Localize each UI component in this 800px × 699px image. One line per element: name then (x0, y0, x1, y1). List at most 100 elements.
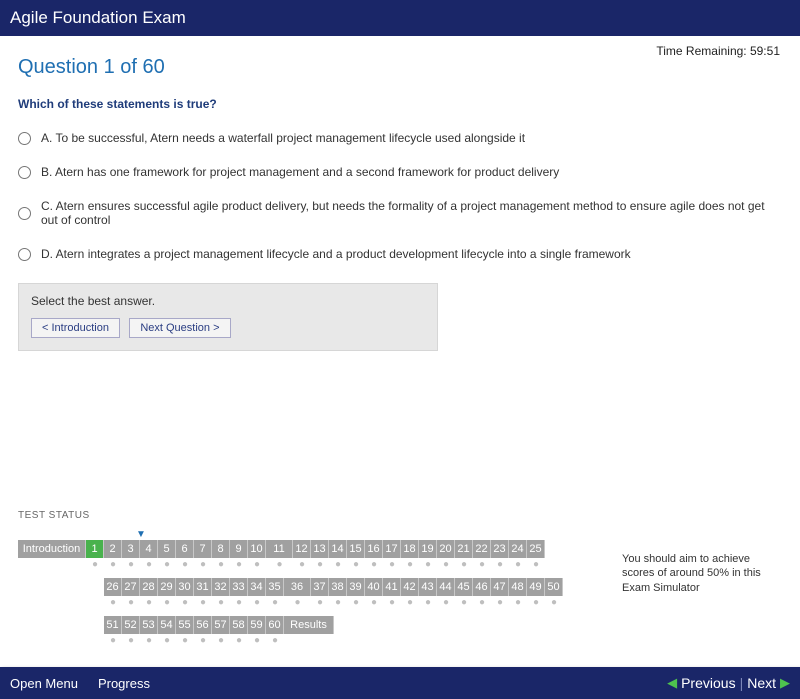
question-cell-23[interactable]: 23 (491, 540, 509, 558)
question-cell-22[interactable]: 22 (473, 540, 491, 558)
answer-option-d[interactable]: D. Atern integrates a project management… (18, 247, 782, 261)
status-dot: ● (140, 560, 158, 570)
question-cell-59[interactable]: 59 (248, 616, 266, 634)
question-cell-38[interactable]: 38 (329, 578, 347, 596)
status-dot: ● (104, 560, 122, 570)
question-cell-42[interactable]: 42 (401, 578, 419, 596)
answer-radio-c[interactable] (18, 207, 31, 220)
question-cell-24[interactable]: 24 (509, 540, 527, 558)
question-cell-14[interactable]: 14 (329, 540, 347, 558)
question-cell-56[interactable]: 56 (194, 616, 212, 634)
results-cell[interactable]: Results (284, 616, 334, 634)
question-cell-15[interactable]: 15 (347, 540, 365, 558)
intro-cell[interactable]: Introduction (18, 540, 86, 558)
test-status-section: TEST STATUS ▼ Introduction12345678910111… (18, 510, 782, 654)
question-cell-48[interactable]: 48 (509, 578, 527, 596)
question-cell-1[interactable]: 1 (86, 540, 104, 558)
answer-option-a[interactable]: A. To be successful, Atern needs a water… (18, 131, 782, 145)
status-dot: ● (509, 598, 527, 608)
question-cell-5[interactable]: 5 (158, 540, 176, 558)
question-cell-30[interactable]: 30 (176, 578, 194, 596)
question-cell-52[interactable]: 52 (122, 616, 140, 634)
question-cell-51[interactable]: 51 (104, 616, 122, 634)
question-cell-18[interactable]: 18 (401, 540, 419, 558)
question-cell-3[interactable]: 3 (122, 540, 140, 558)
question-cell-40[interactable]: 40 (365, 578, 383, 596)
next-question-button[interactable]: Next Question > (129, 318, 230, 338)
question-cell-34[interactable]: 34 (248, 578, 266, 596)
open-menu-button[interactable]: Open Menu (10, 676, 78, 691)
question-cell-12[interactable]: 12 (293, 540, 311, 558)
question-cell-39[interactable]: 39 (347, 578, 365, 596)
question-cell-10[interactable]: 10 (248, 540, 266, 558)
question-cell-9[interactable]: 9 (230, 540, 248, 558)
status-dot: ● (383, 560, 401, 570)
status-dot: ● (266, 560, 293, 570)
question-cell-41[interactable]: 41 (383, 578, 401, 596)
question-cell-6[interactable]: 6 (176, 540, 194, 558)
question-cell-45[interactable]: 45 (455, 578, 473, 596)
status-dot: ● (230, 636, 248, 646)
next-arrow-icon: ▶ (780, 675, 790, 691)
progress-button[interactable]: Progress (98, 676, 150, 691)
question-cell-13[interactable]: 13 (311, 540, 329, 558)
answer-option-b[interactable]: B. Atern has one framework for project m… (18, 165, 782, 179)
question-cell-16[interactable]: 16 (365, 540, 383, 558)
question-cell-28[interactable]: 28 (140, 578, 158, 596)
question-cell-35[interactable]: 35 (266, 578, 284, 596)
question-cell-43[interactable]: 43 (419, 578, 437, 596)
answer-radio-d[interactable] (18, 248, 31, 261)
question-cell-21[interactable]: 21 (455, 540, 473, 558)
question-cell-29[interactable]: 29 (158, 578, 176, 596)
question-cell-55[interactable]: 55 (176, 616, 194, 634)
status-dot: ● (158, 636, 176, 646)
question-cell-20[interactable]: 20 (437, 540, 455, 558)
status-dot: ● (104, 598, 122, 608)
question-cell-46[interactable]: 46 (473, 578, 491, 596)
status-dot: ● (284, 598, 311, 608)
status-dot: ● (266, 636, 284, 646)
question-cell-37[interactable]: 37 (311, 578, 329, 596)
question-cell-17[interactable]: 17 (383, 540, 401, 558)
question-cell-36[interactable]: 36 (284, 578, 311, 596)
previous-arrow-icon: ◀ (667, 675, 677, 691)
question-cell-50[interactable]: 50 (545, 578, 563, 596)
question-cell-32[interactable]: 32 (212, 578, 230, 596)
question-cell-44[interactable]: 44 (437, 578, 455, 596)
status-dot: ● (401, 598, 419, 608)
previous-button[interactable]: Previous (681, 675, 735, 691)
question-cell-58[interactable]: 58 (230, 616, 248, 634)
question-cell-31[interactable]: 31 (194, 578, 212, 596)
answer-radio-a[interactable] (18, 132, 31, 145)
question-cell-11[interactable]: 11 (266, 540, 293, 558)
answer-text-d: D. Atern integrates a project management… (41, 247, 631, 261)
status-dot: ● (527, 598, 545, 608)
question-cell-60[interactable]: 60 (266, 616, 284, 634)
question-cell-25[interactable]: 25 (527, 540, 545, 558)
question-cell-33[interactable]: 33 (230, 578, 248, 596)
question-cell-57[interactable]: 57 (212, 616, 230, 634)
status-dot: ● (158, 598, 176, 608)
question-cell-19[interactable]: 19 (419, 540, 437, 558)
question-cell-54[interactable]: 54 (158, 616, 176, 634)
status-dot: ● (194, 560, 212, 570)
status-dot: ● (176, 636, 194, 646)
question-text: Which of these statements is true? (18, 97, 782, 111)
question-cell-47[interactable]: 47 (491, 578, 509, 596)
status-dot: ● (176, 560, 194, 570)
prev-question-button[interactable]: < Introduction (31, 318, 120, 338)
answer-option-c[interactable]: C. Atern ensures successful agile produc… (18, 199, 782, 227)
question-cell-8[interactable]: 8 (212, 540, 230, 558)
question-cell-4[interactable]: 4 (140, 540, 158, 558)
question-cell-49[interactable]: 49 (527, 578, 545, 596)
status-dot: ● (122, 636, 140, 646)
question-cell-7[interactable]: 7 (194, 540, 212, 558)
status-dot: ● (122, 560, 140, 570)
question-cell-27[interactable]: 27 (122, 578, 140, 596)
question-cell-26[interactable]: 26 (104, 578, 122, 596)
next-button[interactable]: Next (747, 675, 776, 691)
answer-radio-b[interactable] (18, 166, 31, 179)
question-cell-53[interactable]: 53 (140, 616, 158, 634)
status-dot: ● (248, 636, 266, 646)
question-cell-2[interactable]: 2 (104, 540, 122, 558)
